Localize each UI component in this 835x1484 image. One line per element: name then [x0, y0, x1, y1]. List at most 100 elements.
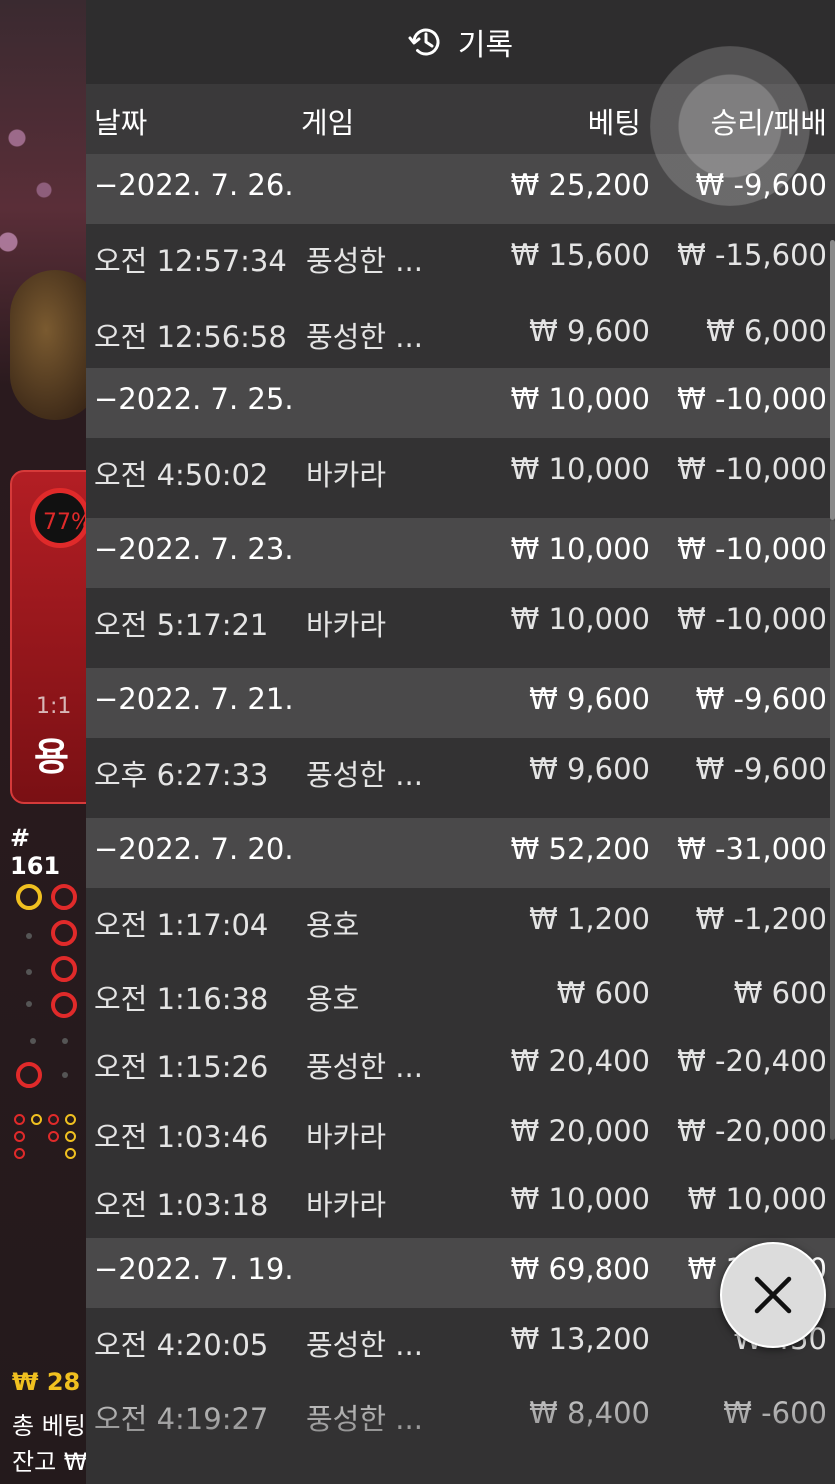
win-percent-ring: 77% [30, 488, 86, 548]
row-result: ₩ -20,000 [677, 1114, 827, 1148]
row-result: ₩ -20,400 [677, 1044, 827, 1078]
road-dot [26, 933, 32, 939]
row-time: 오후 6:27:33 [94, 758, 269, 792]
row-result: ₩ 10,000 [687, 1182, 827, 1216]
row-game: 바카라 [306, 458, 387, 492]
row-game: 풍성한 ... [306, 758, 423, 792]
history-row[interactable]: 오전 1:16:38 용호 ₩ 600 ₩ 600 [86, 962, 835, 1030]
row-time: 오전 12:57:34 [94, 244, 287, 278]
close-icon [754, 1276, 792, 1314]
history-row[interactable]: 오후 6:27:33 풍성한 ... ₩ 9,600 ₩ -9,600 [86, 738, 835, 818]
row-bet: ₩ 10,000 [510, 382, 650, 416]
row-time: 오전 1:16:38 [94, 982, 269, 1016]
row-time: 오전 4:50:02 [94, 458, 269, 492]
row-bet: ₩ 10,000 [510, 532, 650, 566]
row-game: 바카라 [306, 1120, 387, 1154]
road-bead [16, 884, 42, 910]
road-bead [51, 956, 77, 982]
row-bet: ₩ 20,000 [510, 1114, 650, 1148]
row-bet: ₩ 20,400 [510, 1044, 650, 1078]
row-game: 용호 [306, 982, 360, 1016]
row-game: 바카라 [306, 1188, 387, 1222]
row-result: ₩ -10,000 [677, 452, 827, 486]
dragon-label: 용 [34, 735, 69, 779]
history-row[interactable]: 오전 1:17:04 용호 ₩ 1,200 ₩ -1,200 [86, 888, 835, 962]
history-row[interactable]: 오전 1:15:26 풍성한 ... ₩ 20,400 ₩ -20,400 [86, 1030, 835, 1100]
road-dot [26, 969, 32, 975]
small-road-bead [65, 1131, 76, 1142]
row-time: −2022. 7. 23. [94, 532, 294, 566]
vase-decoration [10, 270, 86, 420]
row-game: 바카라 [306, 608, 387, 642]
row-bet: ₩ 8,400 [529, 1396, 650, 1430]
history-row[interactable]: 오전 1:03:46 바카라 ₩ 20,000 ₩ -20,000 [86, 1100, 835, 1168]
row-result: ₩ -1,200 [695, 902, 827, 936]
row-result: ₩ -10,000 [677, 382, 827, 416]
road-dot [62, 1038, 68, 1044]
road-dot [26, 1001, 32, 1007]
row-game: 풍성한 ... [306, 1050, 423, 1084]
history-row[interactable]: 오전 4:20:05풍성한 ...₩ 13,200₩ 450 [86, 1308, 835, 1382]
round-number: # 161 [10, 824, 61, 880]
row-result: ₩ -15,600 [677, 238, 827, 272]
column-header-game: 게임 [301, 106, 355, 140]
touch-indicator [650, 46, 810, 206]
history-row[interactable]: 오전 12:57:34 풍성한 ... ₩ 15,600 ₩ -15,600 [86, 224, 835, 300]
row-bet: ₩ 600 [556, 976, 650, 1010]
row-bet: ₩ 25,200 [510, 168, 650, 202]
row-result: ₩ -10,000 [677, 532, 827, 566]
dragon-bet-spot[interactable]: 77% 1:1 용 [10, 470, 86, 804]
date-group-row[interactable]: −2022. 7. 21. ₩ 9,600 ₩ -9,600 [86, 668, 835, 738]
history-row[interactable]: 오전 12:56:58 풍성한 ... ₩ 9,600 ₩ 6,000 [86, 300, 835, 368]
row-time: 오전 1:03:18 [94, 1188, 269, 1222]
row-time: 오전 1:03:46 [94, 1120, 269, 1154]
small-road-bead [65, 1114, 76, 1125]
row-game: 용호 [306, 908, 360, 942]
row-time: 오전 4:20:05 [94, 1328, 269, 1362]
row-time: 오전 12:56:58 [94, 320, 287, 354]
row-result: ₩ -600 [723, 1396, 827, 1430]
odds-label: 1:1 [36, 694, 72, 719]
scrollbar-thumb[interactable] [830, 240, 835, 520]
row-time: −2022. 7. 21. [94, 682, 294, 716]
row-game: 풍성한 ... [306, 1402, 423, 1436]
balance-label: 잔고 ₩ [12, 1448, 86, 1476]
row-result: ₩ -9,600 [695, 752, 827, 786]
balance-amount: ₩ 28 [12, 1368, 81, 1396]
date-group-row[interactable]: −2022. 7. 20. ₩ 52,200 ₩ -31,000 [86, 818, 835, 888]
history-panel: 기록 날짜 게임 베팅 승리/패배 −2022. 7. 26.₩ 25,200₩… [86, 0, 835, 1484]
history-icon [408, 28, 440, 56]
column-header-bet: 베팅 [587, 106, 641, 140]
history-list[interactable]: −2022. 7. 26. ₩ 25,200 ₩ -9,600 오전 12:57:34… [86, 154, 835, 1450]
close-button[interactable] [720, 1242, 826, 1348]
row-bet: ₩ 9,600 [529, 682, 650, 716]
row-time: −2022. 7. 20. [94, 832, 294, 866]
row-bet: ₩ 69,800 [510, 1252, 650, 1286]
row-time: −2022. 7. 26. [94, 168, 294, 202]
road-bead [51, 992, 77, 1018]
small-road-bead [65, 1148, 76, 1159]
row-result: ₩ -9,600 [695, 682, 827, 716]
page-title: 기록 [457, 28, 514, 63]
history-row[interactable]: 오전 1:03:18 바카라 ₩ 10,000 ₩ 10,000 [86, 1168, 835, 1238]
scroll-track[interactable] [830, 520, 835, 1140]
row-time: −2022. 7. 25. [94, 382, 294, 416]
row-bet: ₩ 10,000 [510, 602, 650, 636]
road-bead [51, 920, 77, 946]
total-bet-label: 총 베팅 [12, 1412, 86, 1440]
row-bet: ₩ 1,200 [529, 902, 650, 936]
row-time: 오전 1:17:04 [94, 908, 269, 942]
history-row[interactable]: 오전 4:19:27 풍성한 ... ₩ 8,400 ₩ -600 [86, 1382, 835, 1450]
row-result: ₩ 600 [733, 976, 827, 1010]
row-time: 오전 4:19:27 [94, 1402, 269, 1436]
road-dot [30, 1038, 36, 1044]
small-road-bead [14, 1148, 25, 1159]
small-road-bead [14, 1114, 25, 1125]
date-group-row[interactable]: −2022. 7. 25. ₩ 10,000 ₩ -10,000 [86, 368, 835, 438]
row-game: 풍성한 ... [306, 244, 423, 278]
small-road-bead [14, 1131, 25, 1142]
history-row[interactable]: 오전 5:17:21 바카라 ₩ 10,000 ₩ -10,000 [86, 588, 835, 668]
history-row[interactable]: 오전 4:50:02 바카라 ₩ 10,000 ₩ -10,000 [86, 438, 835, 518]
small-road-bead [48, 1114, 59, 1125]
date-group-row[interactable]: −2022. 7. 23. ₩ 10,000 ₩ -10,000 [86, 518, 835, 588]
